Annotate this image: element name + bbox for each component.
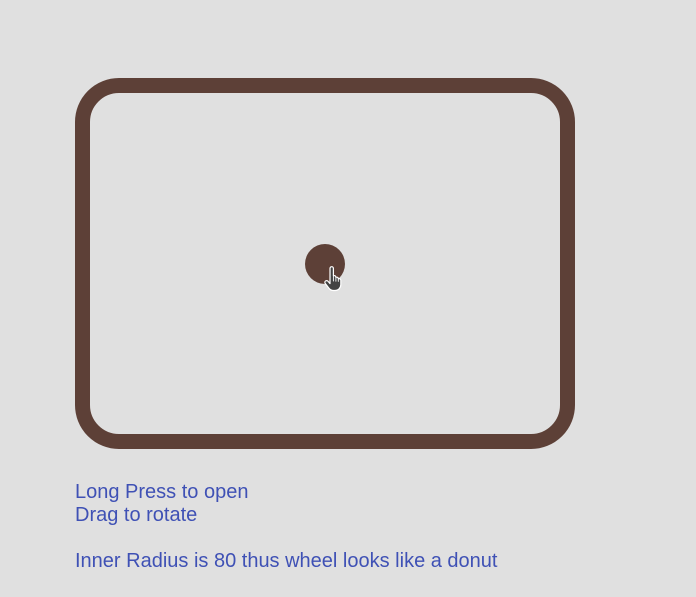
hand-pointer-icon — [324, 266, 342, 292]
instruction-drag: Drag to rotate — [75, 504, 198, 526]
instruction-inner-radius: Inner Radius is 80 thus wheel looks like… — [75, 550, 498, 572]
instruction-long-press: Long Press to open — [75, 481, 249, 503]
instructions-text: Long Press to open Drag to rotate Inner … — [75, 481, 497, 573]
instruction-spacer — [75, 527, 497, 550]
